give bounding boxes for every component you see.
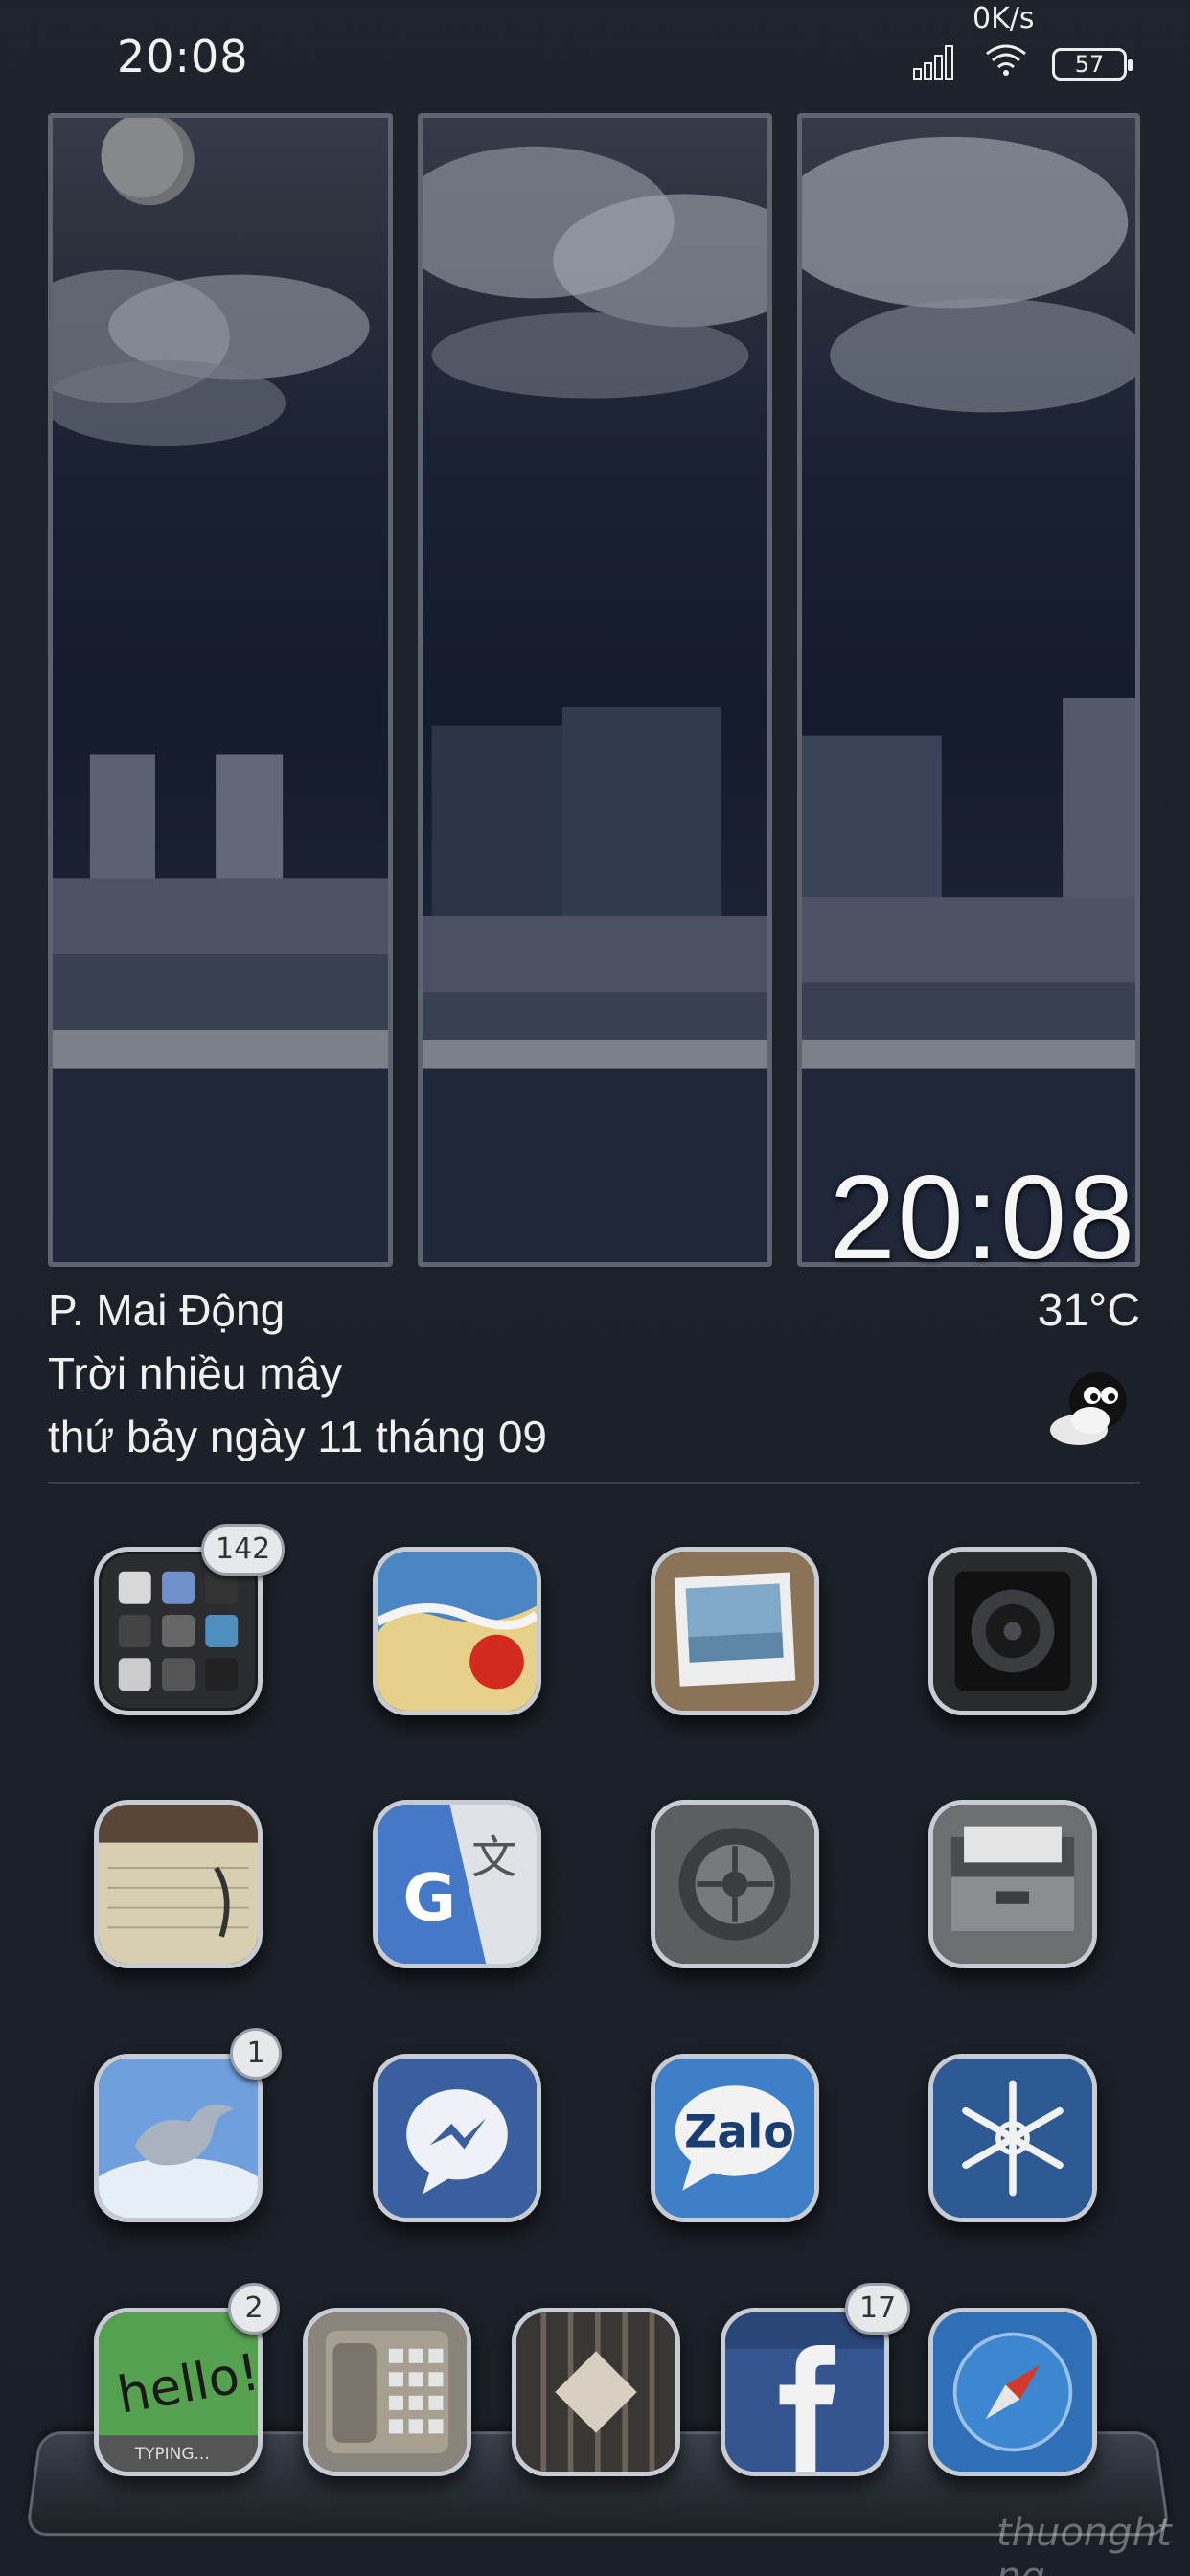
date-label: thứ bảy ngày 11 tháng 09: [48, 1412, 548, 1461]
settings-icon[interactable]: [651, 1800, 819, 1968]
notes-icon[interactable]: [94, 1800, 263, 1968]
widget-clock: 20:08: [829, 1152, 1136, 1284]
divider: [48, 1482, 1140, 1484]
watermark-text: thuonght ng: [996, 2511, 1172, 2576]
svg-text:G: G: [402, 1861, 456, 1937]
network-speed: 0K/s: [973, 2, 1035, 35]
camera-icon[interactable]: [928, 1547, 1097, 1715]
messenger-icon[interactable]: [373, 2054, 541, 2222]
wallpaper-panel-middle: [418, 113, 772, 1267]
photo-frame-icon[interactable]: [651, 1547, 819, 1715]
svg-text:文: 文: [471, 1832, 516, 1885]
zalo-icon[interactable]: Zalo: [651, 2054, 819, 2222]
wallpaper-panel-right: [797, 113, 1140, 1267]
status-time: 20:08: [117, 31, 249, 82]
wallpaper-panel-left: [48, 113, 393, 1267]
snowflake-icon[interactable]: [928, 2054, 1097, 2222]
files-icon[interactable]: [928, 1800, 1097, 1968]
google-translate-icon[interactable]: G 文: [373, 1800, 541, 1968]
hello-typing-badge: 2: [228, 2283, 280, 2334]
facebook-badge: 17: [845, 2283, 911, 2334]
typing-label: TYPING...: [134, 2445, 210, 2464]
twitter-icon[interactable]: [94, 2054, 263, 2222]
safari-icon[interactable]: [928, 2308, 1097, 2476]
signal-icon: [913, 45, 953, 80]
hello-typing-icon[interactable]: hello! TYPING...: [94, 2308, 263, 2476]
phone-icon[interactable]: [303, 2308, 471, 2476]
beach-photos-icon[interactable]: [373, 1547, 541, 1715]
cloudy-night-icon: [1050, 1372, 1127, 1445]
cydia-icon[interactable]: [512, 2308, 680, 2476]
temperature-label: 31°C: [1037, 1285, 1140, 1336]
wifi-icon: [986, 44, 1026, 76]
location-label: P. Mai Động: [48, 1285, 286, 1335]
twitter-badge: 1: [230, 2028, 282, 2080]
zalo-label: Zalo: [684, 2105, 794, 2158]
battery-indicator: 57: [1052, 48, 1133, 80]
weather-condition: Trời nhiều mây: [48, 1348, 343, 1398]
folder-badge: 142: [201, 1524, 286, 1576]
